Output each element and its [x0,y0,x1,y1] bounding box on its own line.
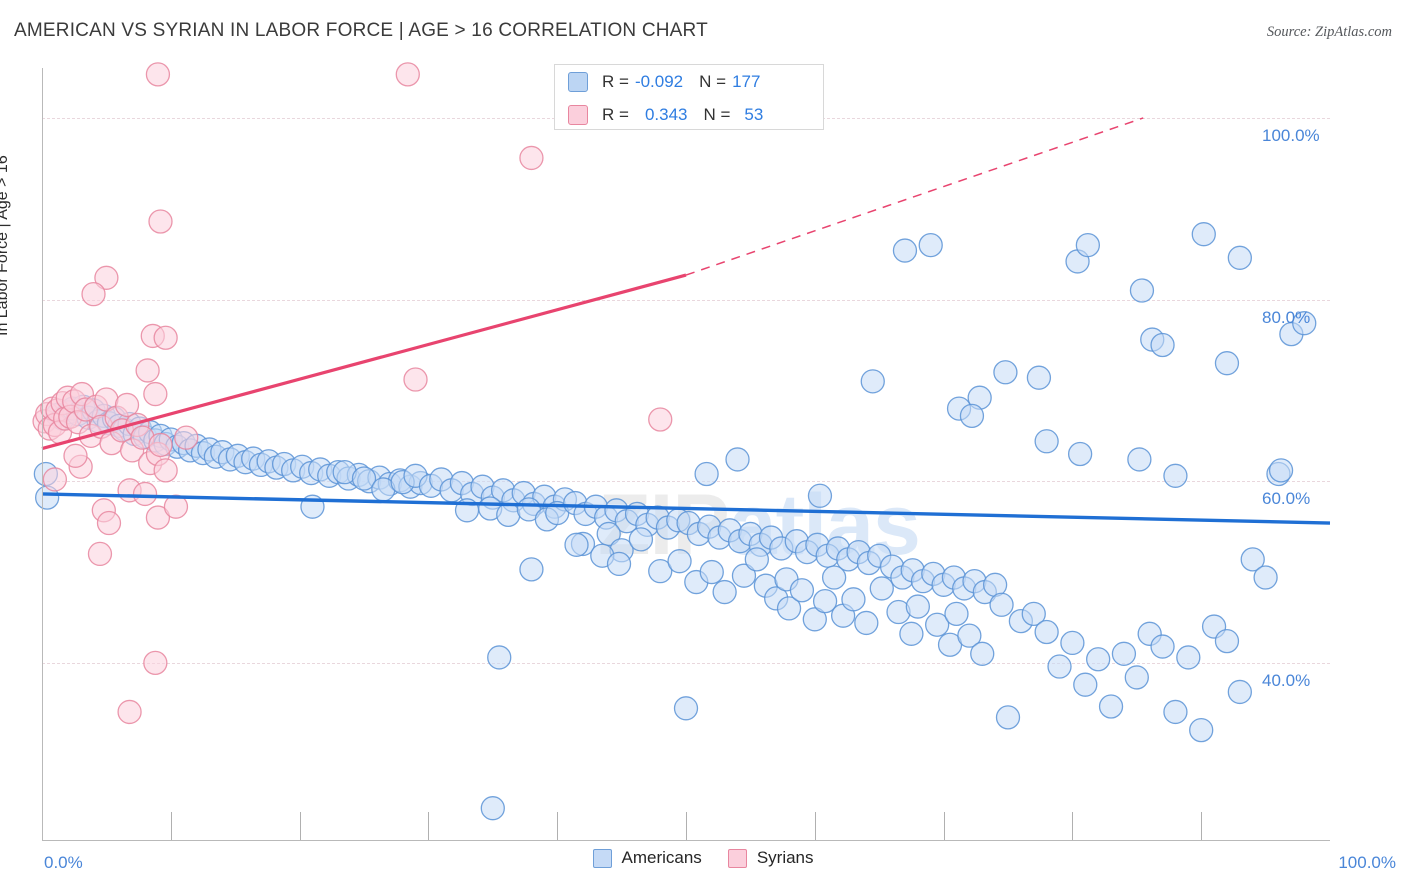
y-axis-tick-label: 60.0% [1262,489,1311,509]
legend-item-syrians[interactable]: Syrians [727,848,814,868]
legend-item-americans[interactable]: Americans [592,848,702,868]
y-axis-tick-label: 40.0% [1262,670,1311,690]
legend-swatch-syrians [727,848,747,868]
legend-label-syrians: Syrians [756,848,814,867]
chart-root: AMERICAN VS SYRIAN IN LABOR FORCE | AGE … [0,0,1406,892]
trendline-americans [41,492,1331,525]
stat-r-label-americans: R = [602,71,629,91]
trendlines-layer [41,117,1331,525]
stat-swatch-syrians [568,104,588,125]
stat-r-value-syrians: 0.343 [644,104,688,124]
y-axis-title: In Labor Force | Age > 16 [0,155,11,336]
stat-row-syrians: R = 0.343 N = 53 [555,98,823,131]
page-title: AMERICAN VS SYRIAN IN LABOR FORCE | AGE … [14,20,708,41]
y-axis-line [42,68,43,840]
x-axis-tick [686,812,687,840]
stat-n-value-americans: 177 [732,71,761,91]
x-axis-tick [1201,812,1203,840]
legend-label-americans: Americans [621,848,702,867]
x-axis-tick [557,812,559,840]
x-axis-tick [943,812,945,840]
y-axis-tick-label: 100.0% [1262,125,1320,145]
x-axis-tick [814,812,816,840]
source-attribution: Source: ZipAtlas.com [1266,24,1392,40]
plot-area: ZIPatlas [32,62,1331,840]
trendline-dashed-syrians [685,117,1144,276]
stat-r-value-americans: -0.092 [634,71,684,91]
series-legend: Americans Syrians [0,848,1406,868]
stat-row-americans: R = -0.092 N = 177 [555,65,823,98]
stat-r-label-syrians: R = [602,104,629,124]
correlation-stats-legend: R = -0.092 N = 177 R = 0.343 N = 53 [554,64,824,130]
x-axis-line [42,840,1330,841]
y-axis-tick-label: 80.0% [1262,307,1311,327]
x-axis-tick [1072,812,1074,840]
stat-n-value-syrians: 53 [744,104,764,124]
x-axis-tick [428,812,430,840]
stat-n-label-syrians: N = [703,104,731,124]
legend-swatch-americans [592,848,612,868]
trendline-syrians [41,273,687,451]
stat-n-label-americans: N = [699,71,727,91]
x-axis-tick [299,812,301,840]
x-axis-tick [170,812,172,840]
stat-swatch-americans [568,71,588,92]
